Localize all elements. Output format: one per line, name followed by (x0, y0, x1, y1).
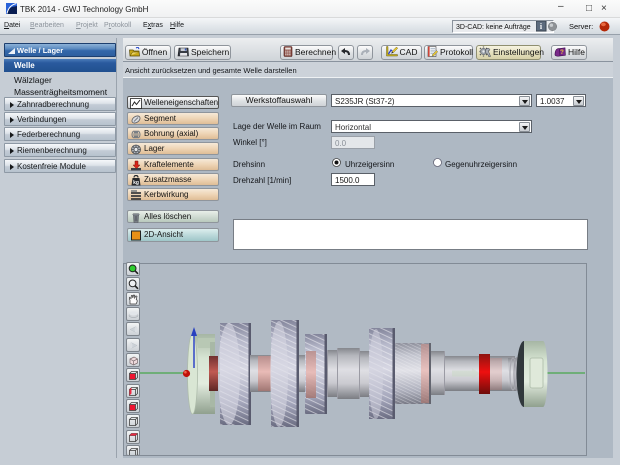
svg-text:?: ? (560, 50, 564, 56)
svg-text:kg: kg (133, 180, 139, 186)
